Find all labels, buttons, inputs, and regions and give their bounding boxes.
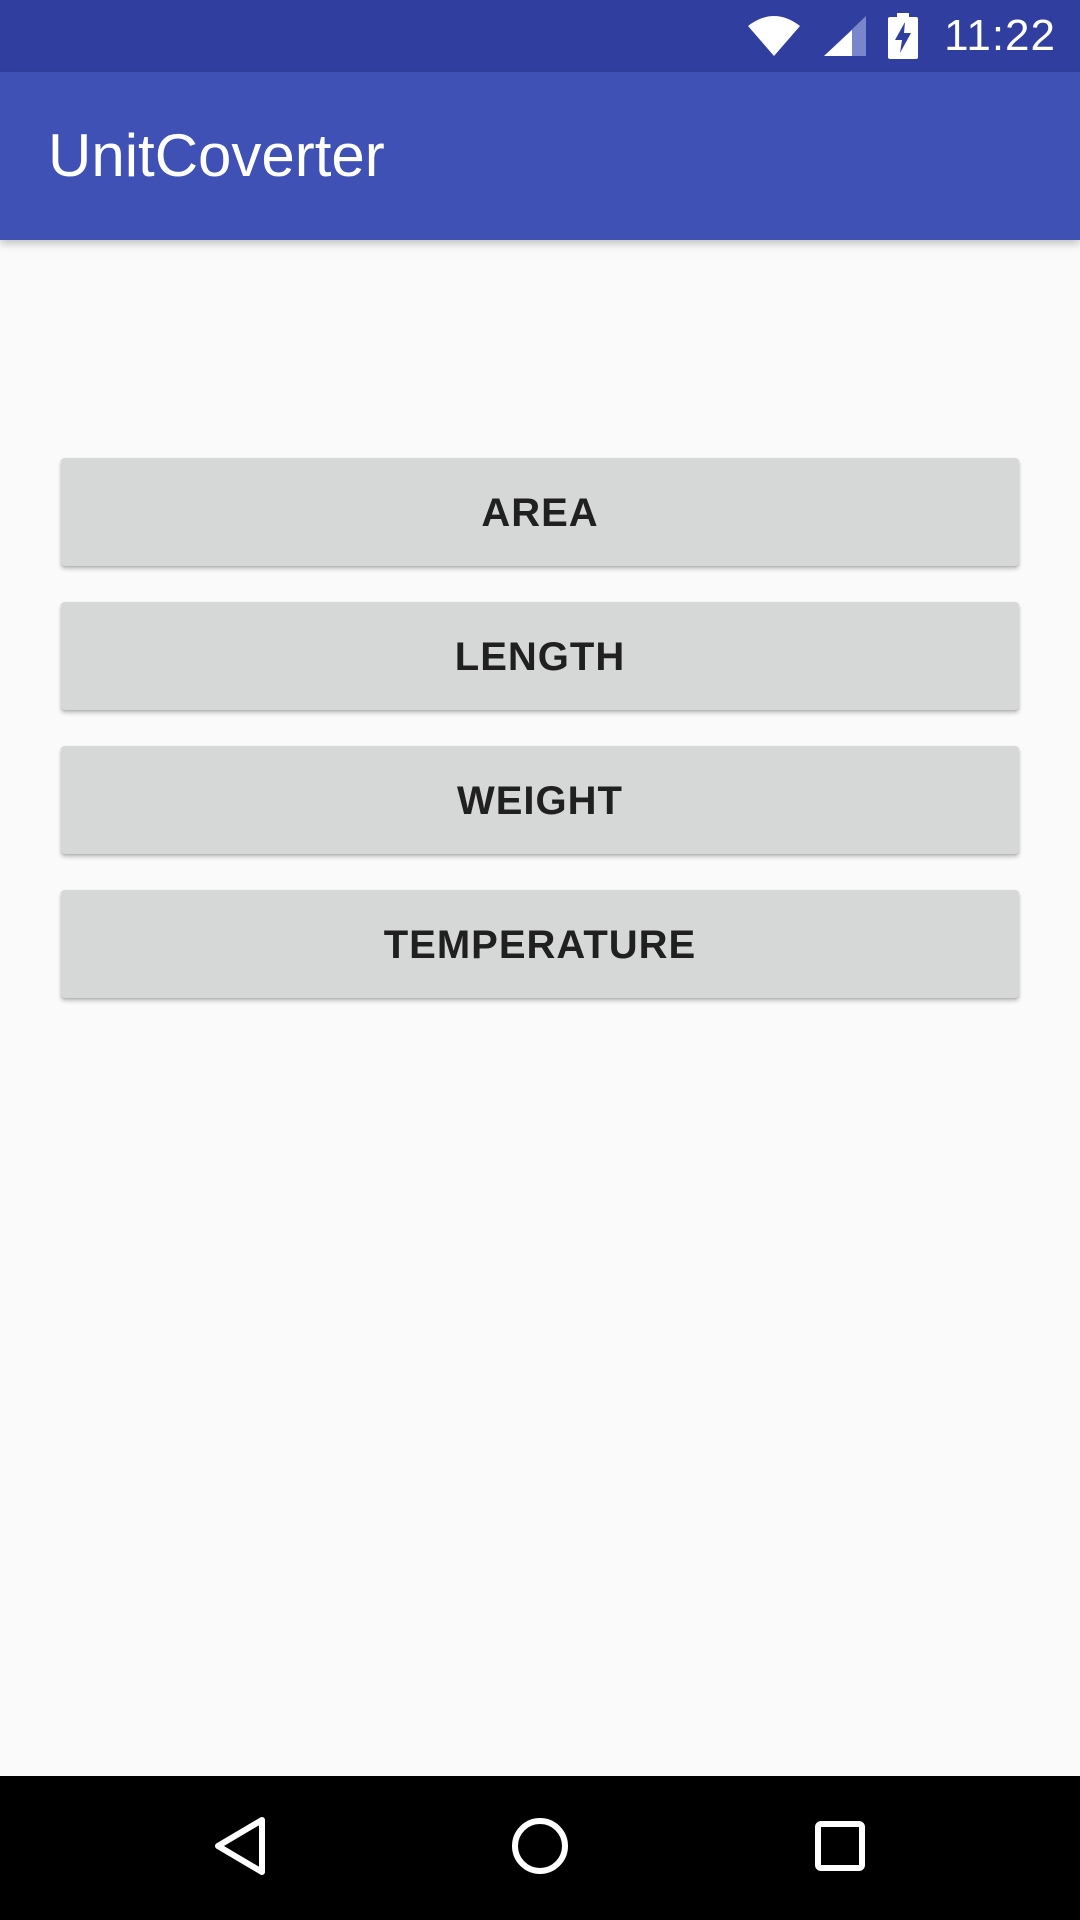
navigation-bar bbox=[0, 1776, 1080, 1920]
wifi-icon bbox=[746, 14, 802, 58]
recents-button[interactable] bbox=[768, 1776, 912, 1920]
status-icons: 11:22 bbox=[746, 0, 1056, 72]
app-bar: UnitCoverter bbox=[0, 72, 1080, 240]
cellular-signal-icon bbox=[822, 14, 868, 58]
battery-charging-icon bbox=[888, 13, 919, 59]
length-button[interactable]: LENGTH bbox=[61, 602, 1019, 710]
screen: 11:22 UnitCoverter AREA LENGTH WEIGHT TE… bbox=[0, 0, 1080, 1920]
weight-button[interactable]: WEIGHT bbox=[61, 746, 1019, 854]
status-bar: 11:22 bbox=[0, 0, 1080, 72]
main-content: AREA LENGTH WEIGHT TEMPERATURE bbox=[0, 240, 1080, 1776]
home-button[interactable] bbox=[468, 1776, 612, 1920]
app-title: UnitCoverter bbox=[48, 122, 385, 189]
recents-icon bbox=[814, 1820, 866, 1877]
temperature-button[interactable]: TEMPERATURE bbox=[61, 890, 1019, 998]
back-icon bbox=[212, 1815, 268, 1882]
status-time: 11:22 bbox=[944, 11, 1056, 60]
home-icon bbox=[510, 1816, 570, 1881]
area-button[interactable]: AREA bbox=[61, 458, 1019, 566]
back-button[interactable] bbox=[168, 1776, 312, 1920]
